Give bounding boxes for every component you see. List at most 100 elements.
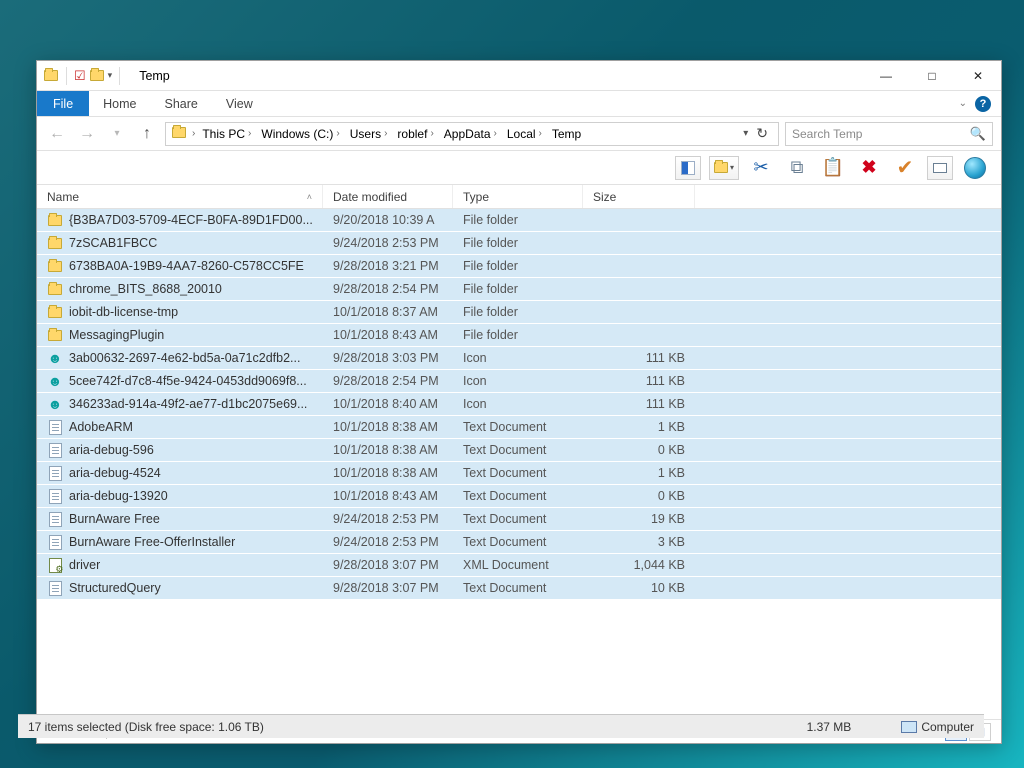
table-row[interactable]: BurnAware Free-OfferInstaller9/24/2018 2… — [37, 531, 1001, 554]
file-type: Text Document — [453, 535, 583, 549]
file-tab[interactable]: File — [37, 91, 89, 116]
file-name: aria-debug-4524 — [69, 466, 161, 480]
table-row[interactable]: StructuredQuery9/28/2018 3:07 PMText Doc… — [37, 577, 1001, 600]
file-date: 9/28/2018 2:54 PM — [323, 374, 453, 388]
table-row[interactable]: 6738BA0A-19B9-4AA7-8260-C578CC5FE9/28/20… — [37, 255, 1001, 278]
help-icon[interactable]: ? — [975, 96, 991, 112]
rename-button[interactable] — [927, 156, 953, 180]
back-button[interactable]: ← — [45, 122, 69, 146]
table-row[interactable]: {B3BA7D03-5709-4ECF-B0FA-89D1FD00...9/20… — [37, 209, 1001, 232]
breadcrumb-segment[interactable]: Local› — [504, 127, 545, 141]
chevron-right-icon[interactable]: › — [494, 128, 497, 139]
file-size: 0 KB — [583, 489, 695, 503]
close-button[interactable]: ✕ — [955, 61, 1001, 91]
file-date: 9/24/2018 2:53 PM — [323, 512, 453, 526]
separator — [119, 67, 120, 85]
table-row[interactable]: iobit-db-license-tmp10/1/2018 8:37 AMFil… — [37, 301, 1001, 324]
table-row[interactable]: AdobeARM10/1/2018 8:38 AMText Document1 … — [37, 416, 1001, 439]
maximize-button[interactable]: □ — [909, 61, 955, 91]
breadcrumb-segment[interactable]: Temp — [549, 127, 584, 141]
table-row[interactable]: chrome_BITS_8688_200109/28/2018 2:54 PMF… — [37, 278, 1001, 301]
breadcrumb-segment[interactable]: roblef› — [394, 127, 436, 141]
table-row[interactable]: aria-debug-59610/1/2018 8:38 AMText Docu… — [37, 439, 1001, 462]
breadcrumb-segment[interactable]: Users› — [347, 127, 391, 141]
chevron-right-icon[interactable]: › — [336, 128, 339, 139]
file-size: 3 KB — [583, 535, 695, 549]
file-date: 9/20/2018 10:39 A — [323, 213, 453, 227]
globe-button[interactable] — [961, 154, 989, 182]
view-tab[interactable]: View — [212, 91, 267, 116]
separator — [66, 67, 67, 85]
column-name[interactable]: Name ˄ — [37, 185, 323, 208]
chevron-down-icon[interactable]: ▾ — [743, 128, 748, 139]
folder-icon — [47, 281, 63, 297]
breadcrumb-segment[interactable]: This PC› — [199, 127, 254, 141]
table-row[interactable]: MessagingPlugin10/1/2018 8:43 AMFile fol… — [37, 324, 1001, 347]
folder-icon[interactable] — [89, 68, 105, 84]
properties-icon[interactable]: ☑ — [74, 68, 86, 84]
minimize-button[interactable]: — — [863, 61, 909, 91]
column-type[interactable]: Type — [453, 185, 583, 208]
text-file-icon — [47, 419, 63, 435]
column-date[interactable]: Date modified — [323, 185, 453, 208]
search-input[interactable]: Search Temp 🔍 — [785, 122, 993, 146]
chevron-right-icon[interactable]: › — [192, 128, 195, 139]
breadcrumb-label: Users — [350, 127, 381, 141]
table-row[interactable]: driver9/28/2018 3:07 PMXML Document1,044… — [37, 554, 1001, 577]
table-row[interactable]: aria-debug-452410/1/2018 8:38 AMText Doc… — [37, 462, 1001, 485]
file-type: File folder — [453, 305, 583, 319]
file-name: 7zSCAB1FBCC — [69, 236, 157, 250]
text-file-icon — [47, 534, 63, 550]
breadcrumb[interactable]: › This PC› Windows (C:)› Users› roblef› … — [165, 122, 779, 146]
chevron-right-icon[interactable]: › — [384, 128, 387, 139]
location-indicator: Computer — [901, 720, 974, 734]
refresh-icon[interactable]: ↻ — [750, 125, 774, 142]
app-icon: ☻ — [47, 396, 63, 412]
column-label: Name — [47, 190, 79, 204]
file-type: Text Document — [453, 489, 583, 503]
file-list[interactable]: {B3BA7D03-5709-4ECF-B0FA-89D1FD00...9/20… — [37, 209, 1001, 719]
computer-icon — [901, 721, 917, 733]
location-label: Computer — [921, 720, 974, 734]
forward-button[interactable]: → — [75, 122, 99, 146]
file-type: Text Document — [453, 466, 583, 480]
recent-locations-icon[interactable]: ▾ — [105, 122, 129, 146]
organize-button[interactable]: ▾ — [709, 156, 739, 180]
copy-button[interactable]: ⧉ — [783, 154, 811, 182]
file-date: 9/28/2018 3:21 PM — [323, 259, 453, 273]
home-tab[interactable]: Home — [89, 91, 150, 116]
table-row[interactable]: BurnAware Free9/24/2018 2:53 PMText Docu… — [37, 508, 1001, 531]
chevron-right-icon[interactable]: › — [430, 128, 433, 139]
folder-icon — [47, 212, 63, 228]
table-row[interactable]: ☻346233ad-914a-49f2-ae77-d1bc2075e69...1… — [37, 393, 1001, 416]
table-row[interactable]: ☻5cee742f-d7c8-4f5e-9424-0453dd9069f8...… — [37, 370, 1001, 393]
table-row[interactable]: aria-debug-1392010/1/2018 8:43 AMText Do… — [37, 485, 1001, 508]
file-type: Icon — [453, 374, 583, 388]
quick-access-toolbar[interactable]: ☑ ▾ — [74, 68, 112, 84]
chevron-right-icon[interactable]: › — [248, 128, 251, 139]
table-row[interactable]: ☻3ab00632-2697-4e62-bd5a-0a71c2dfb2...9/… — [37, 347, 1001, 370]
cut-button[interactable]: ✂ — [747, 154, 775, 182]
share-tab[interactable]: Share — [151, 91, 212, 116]
xml-file-icon — [47, 557, 63, 573]
total-size: 1.37 MB — [807, 720, 852, 734]
file-name: BurnAware Free-OfferInstaller — [69, 535, 235, 549]
confirm-button[interactable]: ✔ — [891, 154, 919, 182]
breadcrumb-segment[interactable]: Windows (C:)› — [258, 127, 342, 141]
panel-toggle-button[interactable] — [675, 156, 701, 180]
delete-button[interactable]: ✖ — [855, 154, 883, 182]
column-label: Type — [463, 190, 489, 204]
chevron-right-icon[interactable]: › — [539, 128, 542, 139]
file-type: Icon — [453, 351, 583, 365]
file-size: 111 KB — [583, 374, 695, 388]
paste-button[interactable]: 📋 — [819, 154, 847, 182]
breadcrumb-segment[interactable]: AppData› — [441, 127, 500, 141]
up-button[interactable]: ↑ — [135, 122, 159, 146]
chevron-down-icon[interactable]: ▾ — [108, 70, 113, 81]
search-icon[interactable]: 🔍 — [970, 126, 986, 142]
globe-icon — [964, 157, 986, 179]
table-row[interactable]: 7zSCAB1FBCC9/24/2018 2:53 PMFile folder — [37, 232, 1001, 255]
ribbon-expand-icon[interactable]: ⌄ — [959, 98, 967, 109]
file-size: 111 KB — [583, 397, 695, 411]
column-size[interactable]: Size — [583, 185, 695, 208]
